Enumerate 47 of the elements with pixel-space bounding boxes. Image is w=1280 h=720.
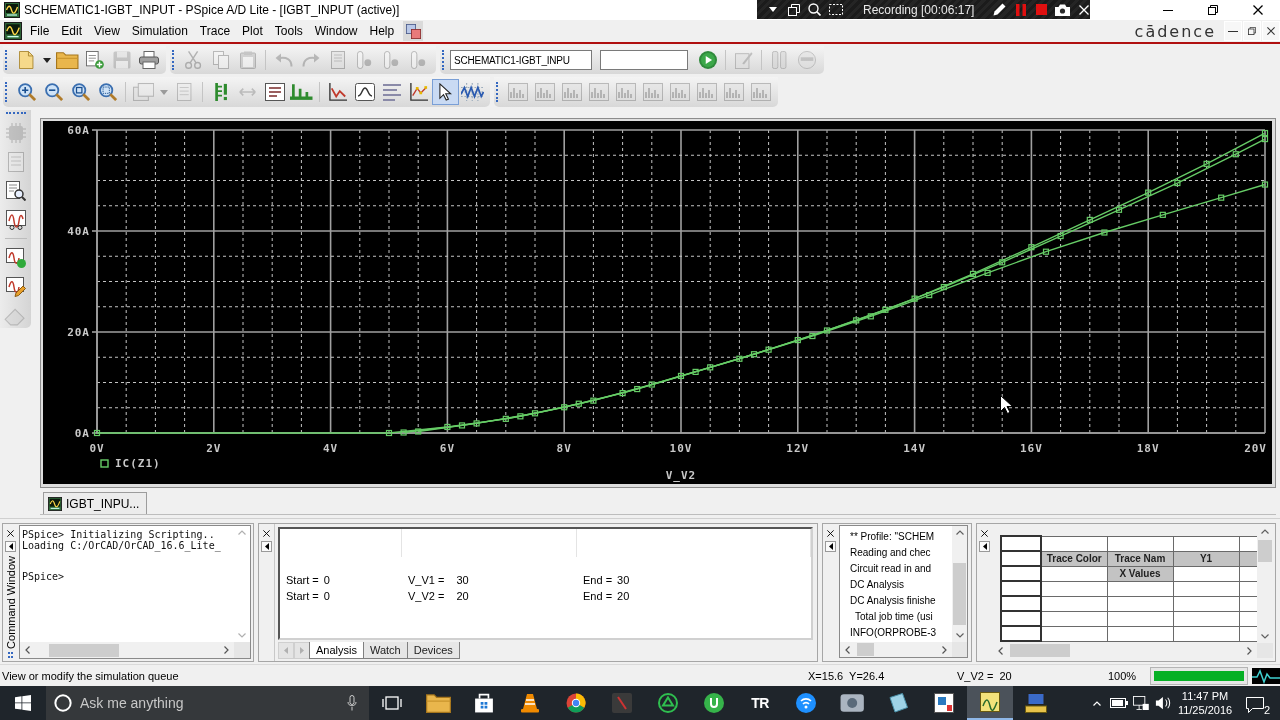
- status-message: View or modify the simulation queue: [1, 669, 180, 682]
- zoom-level: 100%: [1108, 669, 1138, 682]
- axis-tick-label: 14V: [903, 442, 927, 455]
- parameter-value: 20: [456, 590, 469, 602]
- parameter-label: Start =: [286, 590, 319, 602]
- window-title: SCHEMATIC1-IGBT_INPUT - PSpice A/D Lite - [IGBT_INPUT (active)]: [24, 3, 400, 17]
- output-line: INFO(ORPROBE-3: [850, 626, 938, 640]
- axis-tick-label: 16V: [1019, 442, 1043, 455]
- parameter-value: 0: [323, 590, 330, 602]
- legend-label: IC(Z1): [115, 457, 161, 470]
- axis-tick-label: 2V: [206, 442, 222, 455]
- axis-tick-label: 8V: [556, 442, 572, 455]
- axis-tick-label: 20V: [1244, 442, 1267, 455]
- logo-text: cādence: [1134, 21, 1216, 41]
- parameter-label: End =: [583, 590, 613, 602]
- axis-tick-label: 0V: [89, 442, 105, 455]
- output-line: Circuit read in and: [850, 562, 933, 576]
- parameter-label: V_V1 =: [408, 574, 445, 586]
- output-line: ** Profile: "SCHEM: [850, 530, 936, 544]
- parameter-label: End =: [583, 574, 613, 586]
- axis-title: V_V2: [665, 469, 697, 482]
- recording-status: Recording [00:06:17]: [863, 2, 975, 17]
- output-line: Total job time (usi: [855, 610, 934, 624]
- panel-title: Command Window: [4, 556, 17, 649]
- parameter-value: 30: [617, 574, 630, 586]
- console-line: Loading C:/OrCAD/OrCAD_16.6_Lite_: [22, 540, 222, 551]
- console-line: PSpice> Initializing Scripting..: [22, 529, 215, 540]
- parameter-value: 20: [617, 590, 630, 602]
- sweep-value: V_V2 = 20: [957, 669, 1013, 682]
- axis-tick-label: 40A: [67, 225, 90, 238]
- output-line: Reading and chec: [850, 546, 932, 560]
- output-line: DC Analysis: [850, 578, 905, 592]
- parameter-label: Start =: [286, 574, 319, 586]
- axis-tick-label: 0A: [74, 427, 90, 440]
- axis-tick-label: 10V: [669, 442, 693, 455]
- parameter-label: V_V2 =: [408, 590, 445, 602]
- output-line: DC Analysis finishe: [850, 594, 937, 608]
- cursor-position: X=15.6 Y=26.4: [808, 669, 886, 682]
- parameter-value: 30: [456, 574, 469, 586]
- axis-tick-label: 4V: [323, 442, 339, 455]
- console-line: PSpice>: [22, 571, 66, 582]
- axis-tick-label: 20A: [67, 326, 90, 339]
- axis-tick-label: 6V: [439, 442, 455, 455]
- parameter-value: 0: [323, 574, 330, 586]
- axis-tick-label: 12V: [786, 442, 810, 455]
- axis-tick-label: 18V: [1136, 442, 1160, 455]
- axis-tick-label: 60A: [67, 124, 90, 137]
